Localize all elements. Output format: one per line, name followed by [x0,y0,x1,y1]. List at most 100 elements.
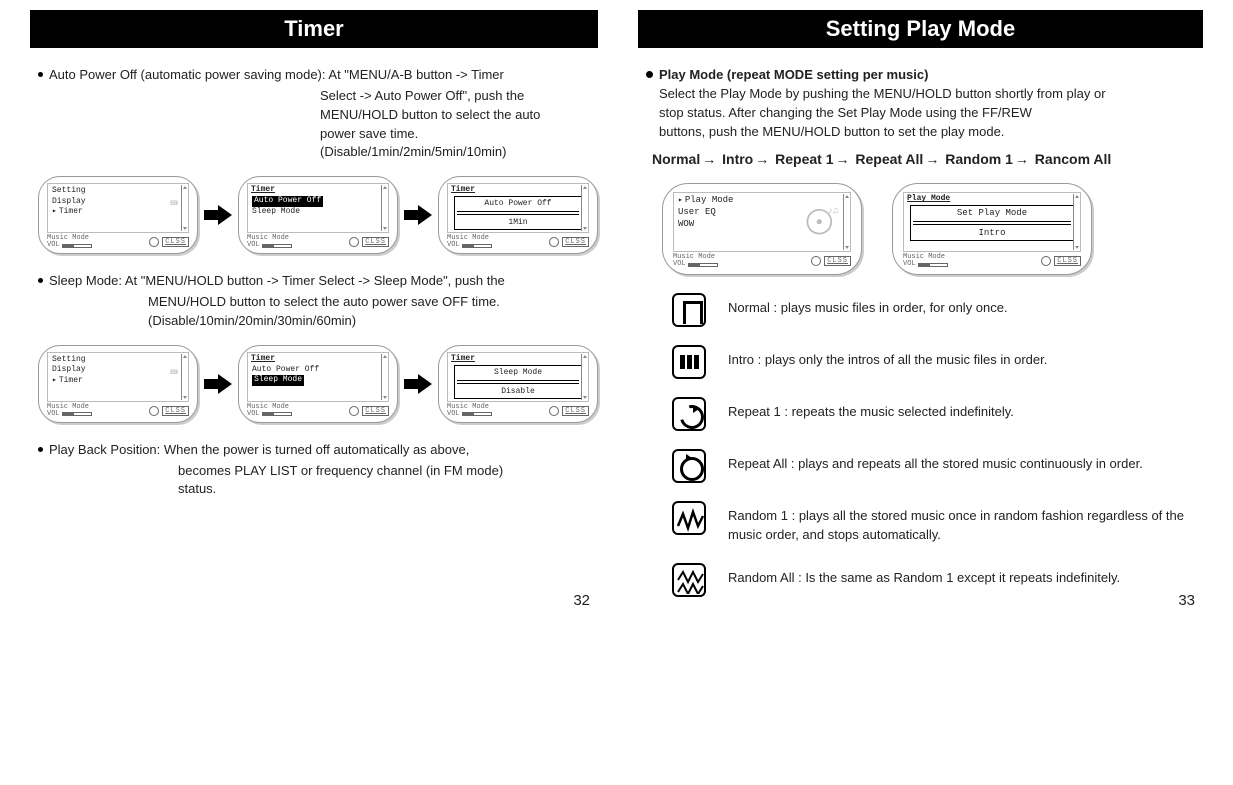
screen-inner: TimerAuto Power OffSleep Mode [247,352,389,402]
vol-label: VOL [247,411,260,418]
repeat-icon [549,237,559,247]
repeat-icon [1041,256,1051,266]
clss-label: CLSS [1054,256,1081,266]
screen-inner: Timer Auto Power OffSleep Mode [247,183,389,233]
screen-inner: SettingDisplayTimer⌨ [47,352,189,402]
slider-label: Set Play Mode [913,208,1071,218]
menu-item: Timer [52,376,184,386]
auto-power-off-l3: MENU/HOLD button to select the auto [320,106,598,125]
display-icon: ⌨ [170,365,178,382]
vol-label: VOL [903,261,916,268]
vol-label: VOL [47,242,60,249]
screen-outer: Play ModeUser EQWOW♪♫ Music ModeVOLCLSS [662,183,862,275]
screen-inner: Play ModeUser EQWOW♪♫ [673,192,851,252]
menu-item: Auto Power Off [252,365,384,375]
screen-2b: TimerAuto Power OffSleep ModeMusic ModeV… [238,345,398,423]
mode-row: Intro : plays only the intros of all the… [672,345,1203,379]
volume-bar-icon [688,263,718,267]
bullet-play-mode: Play Mode (repeat MODE setting per music… [646,66,1203,141]
clss-label: CLSS [562,406,589,416]
vol-label: VOL [447,411,460,418]
page-number-left: 32 [573,592,590,609]
screen-title: Timer [248,184,388,194]
mode-row: Normal : plays music files in order, for… [672,293,1203,327]
slider-value: 1Min [457,218,579,227]
scrollbar-icon [843,194,849,250]
clss-label: CLSS [824,256,851,266]
scrollbar-icon [181,354,187,400]
screen-1c: TimerAuto Power Off1MinMusic ModeVOLCLSS [438,176,598,254]
menu-item: Auto Power Off [252,196,384,206]
scrollbar-icon [581,185,587,231]
arrow-right-icon [404,206,432,224]
screen-footer: Music ModeVOLCLSS [247,235,389,249]
mode-row: Random All : Is the same as Random 1 exc… [672,563,1203,597]
bullet-dot-icon [646,71,653,78]
screen-outer: TimerSleep ModeDisableMusic ModeVOLCLSS [438,345,598,423]
screen-outer: TimerAuto Power OffSleep ModeMusic ModeV… [238,345,398,423]
menu-item: Display [52,365,184,375]
vol-label: VOL [47,411,60,418]
bullet-auto-power-off: Auto Power Off (automatic power saving m… [38,66,598,85]
clss-label: CLSS [562,237,589,247]
slider-box: Sleep ModeDisable [454,365,582,399]
arrow-right-icon [404,375,432,393]
bullet-dot-icon [38,278,43,283]
mode-description: Random 1 : plays all the stored music on… [728,501,1203,545]
scrollbar-icon [181,185,187,231]
auto-power-off-l5: (Disable/1min/2min/5min/10min) [320,143,598,162]
arrow-right-icon [204,206,232,224]
slider-track-icon [913,221,1071,225]
clss-label: CLSS [162,406,189,416]
repeat-icon [149,237,159,247]
screen-title: Timer [448,353,588,363]
random-1-icon [672,501,706,535]
normal-icon [672,293,706,327]
screen-title: Timer [448,184,588,194]
repeat-icon [811,256,821,266]
mode-row: Repeat All : plays and repeats all the s… [672,449,1203,483]
clss-label: CLSS [162,237,189,247]
random-all-icon [672,563,706,597]
screen-outer: SettingDisplayTimer⌨Music ModeVOLCLSS [38,345,198,423]
slider-box: Set Play Mode Intro [910,205,1074,241]
title-timer: Timer [30,10,598,48]
repeat-all-icon [672,449,706,483]
menu-item: Timer [52,207,184,217]
screen-inner: Timer Sleep ModeDisable [447,352,589,402]
sleep-mode-l2: MENU/HOLD button to select the auto powe… [148,293,598,312]
screen-outer: TimerAuto Power Off1MinMusic ModeVOLCLSS [438,176,598,254]
scrollbar-icon [381,185,387,231]
volume-bar-icon [918,263,948,267]
screen-inner: SettingDisplayTimer⌨ [47,183,189,233]
screen-outer: Timer Auto Power OffSleep Mode Music ModeV… [238,176,398,254]
menu-item: Setting [52,186,184,196]
volume-bar-icon [462,244,492,248]
screen-1a: SettingDisplayTimer⌨Music ModeVOLCLSS [38,176,198,254]
menu-item: Sleep Mode [252,375,384,385]
bullet-sleep-mode: Sleep Mode: At "MENU/HOLD button -> Time… [38,272,598,291]
vol-label: VOL [247,242,260,249]
arrow-right-icon [204,375,232,393]
screen-footer: Music ModeVOLCLSS [47,404,189,418]
play-mode-sequence: Normal→ Intro→ Repeat 1→ Repeat All→ Ran… [652,151,1203,167]
display-icon: ⌨ [170,196,178,213]
menu-item: Sleep Mode [252,207,384,217]
bullet-dot-icon [38,72,43,77]
slider-value: Intro [913,228,1071,238]
mode-description: Random All : Is the same as Random 1 exc… [728,563,1120,588]
scrollbar-icon [581,354,587,400]
play-back-text: Play Back Position: When the power is tu… [49,441,598,460]
intro-icon [672,345,706,379]
screens-row-right: Play ModeUser EQWOW♪♫ Music ModeVOLCLSS P… [662,183,1203,275]
repeat-1-icon [672,397,706,431]
screen-title: Play Mode [904,193,1080,203]
volume-bar-icon [262,244,292,248]
screen-footer: Music ModeVOLCLSS [673,254,851,268]
screen-footer: Music ModeVOLCLSS [903,254,1081,268]
play-back-l3: status. [178,480,598,499]
volume-bar-icon [262,412,292,416]
clss-label: CLSS [362,406,389,416]
repeat-icon [349,237,359,247]
volume-bar-icon [462,412,492,416]
